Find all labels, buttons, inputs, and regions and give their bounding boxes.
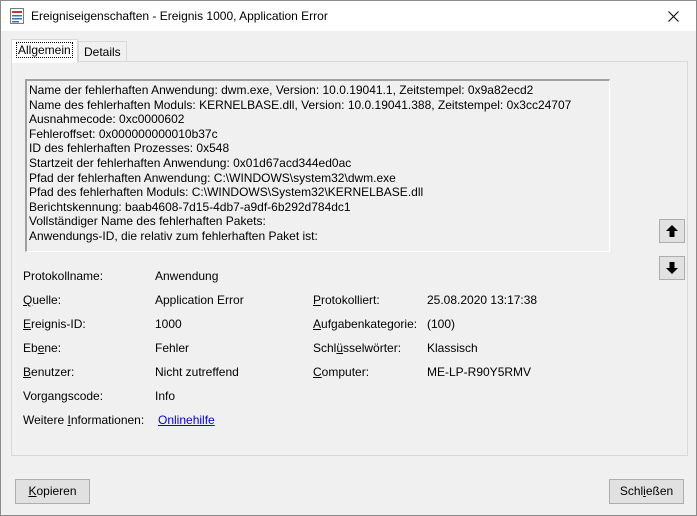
computer-label-rest: omputer:	[321, 365, 370, 379]
logged-label: Protokolliert:	[313, 293, 380, 307]
user-label: Benutzer:	[23, 365, 74, 379]
task-category-value: (100)	[427, 317, 456, 331]
source-value: Application Error	[155, 293, 244, 307]
description-line: Anwendungs-ID, die relativ zum fehlerhaf…	[29, 229, 318, 243]
source-label-accel: Q	[23, 293, 33, 307]
user-label-accel: B	[23, 365, 32, 379]
keywords-value: Klassisch	[427, 341, 478, 355]
computer-value: ME-LP-R90Y5RMV	[427, 365, 532, 379]
description-line: Ausnahmecode: 0xc0000602	[29, 112, 185, 127]
online-help-link[interactable]: Onlinehilfe	[158, 413, 215, 427]
description-line: ID des fehlerhaften Prozesses: 0x548	[29, 141, 230, 156]
computer-label-accel: C	[313, 365, 322, 379]
level-label-pre: Eb	[23, 341, 38, 355]
event-log-icon	[10, 8, 24, 24]
arrow-up-icon	[666, 225, 678, 237]
event-id-label-rest: reignis-ID:	[31, 317, 86, 331]
keywords-label-pre: Schl	[313, 341, 337, 355]
next-event-button[interactable]	[659, 256, 685, 280]
description-line: Pfad der fehlerhaften Anwendung: C:\WIND…	[29, 170, 396, 185]
level-value: Fehler	[155, 341, 190, 355]
user-value: Nicht zutreffend	[155, 365, 239, 379]
copy-button[interactable]: Kopieren	[15, 479, 90, 504]
event-description-box[interactable]: Name der fehlerhaften Anwendung: dwm.exe…	[25, 79, 610, 252]
window-close-button[interactable]	[650, 1, 696, 31]
close-button[interactable]: Schließen	[609, 479, 684, 504]
logged-label-accel: P	[313, 293, 322, 307]
description-line: Startzeit der fehlerhaften Anwendung: 0x…	[29, 156, 352, 170]
more-info-label-rest: nformationen:	[70, 413, 145, 427]
description-line: Pfad des fehlerhaften Moduls: C:\WINDOWS…	[29, 185, 424, 200]
description-line: Berichtskennung: baab4608-7d15-4db7-a9df…	[29, 199, 351, 214]
description-line: Vollständiger Name des fehlerhaften Pake…	[29, 214, 266, 229]
description-line: Name der fehlerhaften Anwendung: dwm.exe…	[29, 83, 534, 97]
previous-event-button[interactable]	[659, 219, 685, 243]
source-label-rest: uelle:	[32, 293, 62, 307]
keywords-label-rest: sselwörter:	[343, 341, 402, 355]
level-label: Ebene:	[23, 341, 61, 355]
user-label-rest: enutzer:	[31, 365, 75, 379]
event-id-label: Ereignis-ID:	[23, 317, 86, 331]
event-properties-window: Ereigniseigenschaften - Ereignis 1000, A…	[0, 0, 697, 516]
description-line: Name des fehlerhaften Moduls: KERNELBASE…	[29, 97, 572, 112]
logged-value: 25.08.2020 13:17:38	[427, 293, 538, 307]
event-id-value: 1000	[155, 317, 182, 331]
more-info-label-pre: Weitere	[23, 413, 68, 427]
tab-allgemein-label: Allgemein	[16, 42, 73, 58]
tab-details[interactable]: Details	[78, 41, 127, 62]
description-line: Fehleroffset: 0x000000000010b37c	[29, 126, 218, 141]
opcode-label: Vorgangscode:	[23, 389, 104, 403]
keywords-label: Schlüsselwörter:	[313, 341, 401, 355]
arrow-down-icon	[666, 262, 678, 274]
task-category-label: Aufgabenkategorie:	[313, 317, 417, 331]
more-info-label: Weitere Informationen:	[23, 413, 144, 427]
event-id-label-accel: E	[23, 317, 32, 331]
close-icon	[667, 10, 679, 22]
opcode-value: Info	[155, 389, 176, 403]
copy-button-rest: opieren	[36, 484, 77, 498]
close-button-pre: Schl	[619, 484, 644, 498]
tab-allgemein[interactable]: Allgemein	[11, 39, 78, 63]
log-name-label: Protokollname:	[23, 269, 104, 283]
task-category-label-rest: ufgabenkategorie:	[321, 317, 418, 331]
log-name-value: Anwendung	[155, 269, 219, 283]
close-button-rest: eßen	[645, 484, 674, 498]
task-category-label-accel: A	[313, 317, 322, 331]
logged-label-rest: rotokolliert:	[321, 293, 380, 307]
source-label: Quelle:	[23, 293, 61, 307]
computer-label: Computer:	[313, 365, 369, 379]
title-bar[interactable]: Ereigniseigenschaften - Ereignis 1000, A…	[1, 1, 696, 31]
level-label-rest: ne:	[44, 341, 62, 355]
window-title: Ereigniseigenschaften - Ereignis 1000, A…	[31, 9, 328, 23]
tab-details-label: Details	[84, 45, 121, 59]
